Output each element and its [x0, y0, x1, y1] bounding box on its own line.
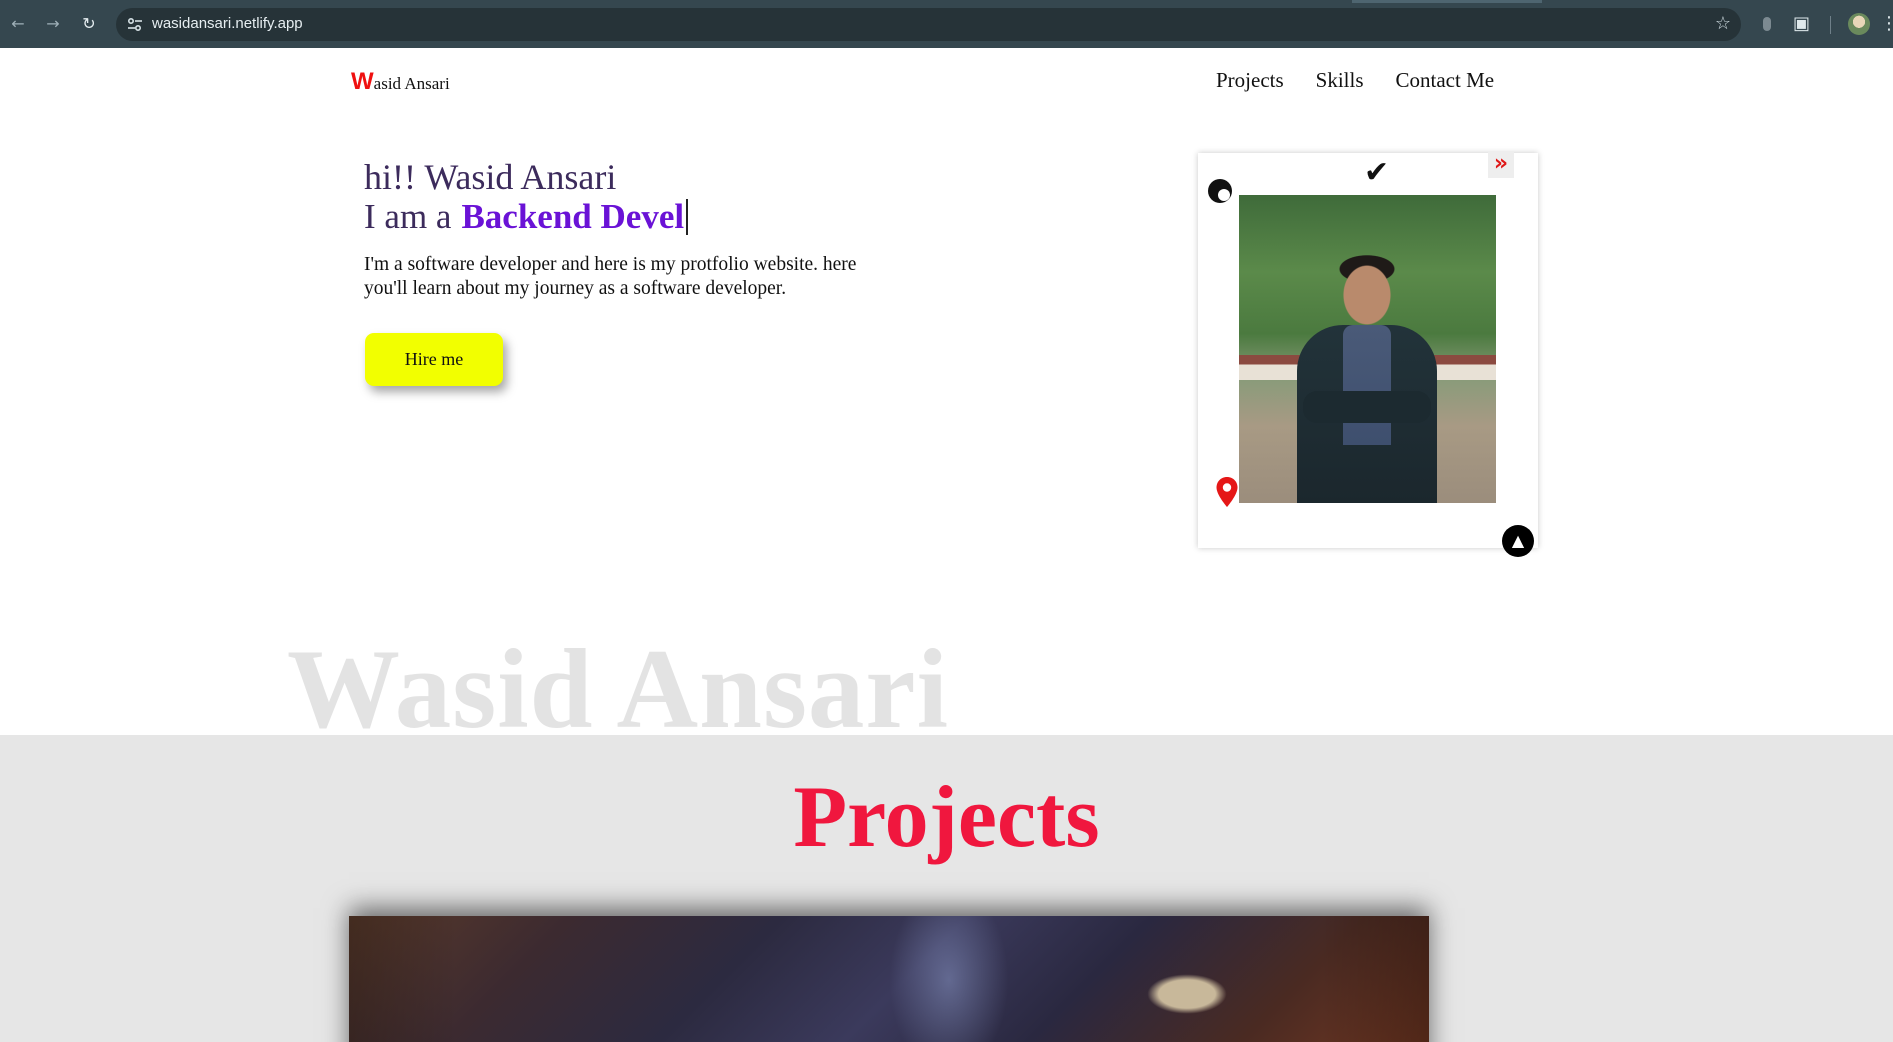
- logo-text: asid Ansari: [373, 74, 450, 93]
- check-icon: ✔: [1364, 155, 1390, 190]
- browser-toolbar: ← → ↻ wasidansari.netlify.app ☆ ▣ ⋮: [0, 0, 1893, 48]
- project-card[interactable]: [349, 916, 1429, 1042]
- hero-role-prefix: I am a: [364, 197, 452, 236]
- extensions-puzzle-icon[interactable]: ▣: [1793, 10, 1817, 38]
- project-card-lamp: [1147, 974, 1227, 1014]
- projects-section: Projects: [0, 735, 1893, 1042]
- bookmark-star-icon[interactable]: ☆: [1715, 13, 1731, 34]
- site-nav: Projects Skills Contact Me: [1216, 68, 1494, 93]
- photo-arms: [1303, 391, 1431, 423]
- double-chevron-right-icon[interactable]: »: [1488, 152, 1514, 178]
- typing-cursor: [686, 199, 689, 235]
- hero-role-typed: Backend Devel: [461, 197, 685, 236]
- site-logo[interactable]: W asid Ansari: [351, 68, 450, 96]
- hero-greeting: hi!! Wasid Ansari: [364, 157, 617, 197]
- logo-mark: W: [351, 68, 374, 95]
- address-url[interactable]: wasidansari.netlify.app: [152, 15, 303, 32]
- photo-shirt: [1343, 325, 1391, 445]
- profile-avatar[interactable]: [1848, 13, 1870, 35]
- forward-icon[interactable]: →: [41, 12, 65, 36]
- extension-icon[interactable]: [1760, 10, 1774, 38]
- projects-heading: Projects: [793, 769, 1100, 866]
- kebab-menu-icon[interactable]: ⋮: [1880, 10, 1893, 38]
- nav-link-projects[interactable]: Projects: [1216, 68, 1284, 93]
- location-pin-icon: [1216, 477, 1238, 507]
- address-bar[interactable]: wasidansari.netlify.app ☆: [116, 8, 1741, 41]
- site-settings-icon[interactable]: [126, 16, 144, 34]
- profile-card: ✔ » ▲: [1198, 152, 1538, 557]
- tab-strip: [1352, 0, 1542, 3]
- hire-me-button[interactable]: Hire me: [365, 333, 503, 386]
- nav-link-contact[interactable]: Contact Me: [1396, 68, 1495, 93]
- profile-photo: [1239, 195, 1496, 503]
- project-card-glow: [889, 916, 1009, 1042]
- toolbar-divider: [1830, 16, 1831, 34]
- moon-icon[interactable]: [1208, 179, 1232, 203]
- reload-icon[interactable]: ↻: [77, 12, 101, 36]
- hero-role: I am a Backend Devel: [364, 197, 689, 237]
- back-icon[interactable]: ←: [6, 12, 30, 36]
- nav-link-skills[interactable]: Skills: [1316, 68, 1364, 93]
- arrow-up-icon[interactable]: ▲: [1502, 525, 1534, 557]
- hero-description: I'm a software developer and here is my …: [364, 254, 857, 299]
